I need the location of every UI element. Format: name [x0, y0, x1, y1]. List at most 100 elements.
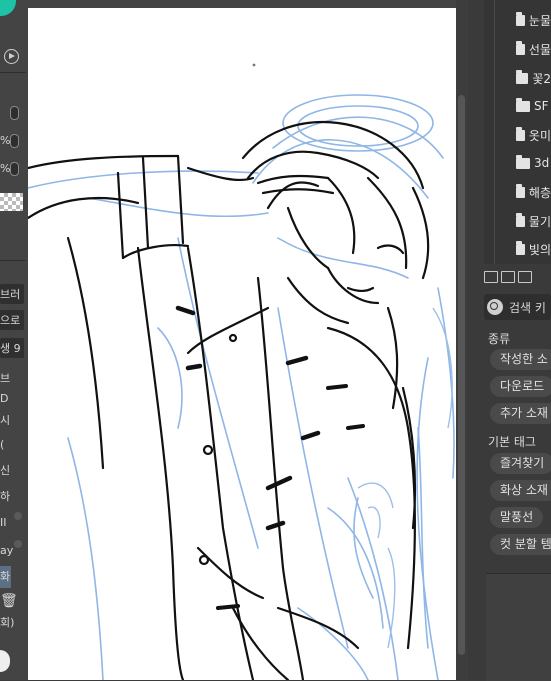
new-folder-icon[interactable] — [484, 271, 498, 283]
search-box[interactable]: 검색 키 — [484, 294, 551, 320]
folder-icon — [516, 154, 530, 169]
line-art-drawing — [28, 63, 455, 680]
folder-item[interactable]: 빛의 — [484, 235, 551, 263]
subtool-item[interactable]: 생 9 — [0, 338, 24, 358]
sketch-line — [327, 507, 384, 629]
folder-item[interactable]: 3d — [484, 149, 551, 177]
edit-folder-icon[interactable] — [518, 271, 532, 283]
folder-label: 옷미 — [528, 128, 551, 143]
folder-label: 선물 — [528, 42, 551, 57]
search-icon[interactable] — [487, 299, 503, 315]
sketch-line — [353, 497, 374, 599]
sketch-line — [357, 482, 394, 539]
canvas-dot — [252, 63, 256, 67]
folder-icon — [516, 97, 530, 112]
ink-line — [28, 154, 180, 170]
ink-line — [186, 246, 255, 680]
trash-icon[interactable]: 🗑 — [0, 590, 26, 612]
tag-button-favorites[interactable]: 즐겨찾기 — [490, 453, 551, 474]
subtool-label[interactable]: 회) — [0, 612, 26, 634]
folder-label: SF — [534, 99, 549, 113]
ink-line — [281, 566, 305, 680]
play-icon[interactable] — [4, 49, 19, 64]
subtool-item[interactable]: 브러 — [0, 284, 24, 304]
folder-label: 3d — [534, 156, 550, 170]
ink-line — [326, 266, 380, 305]
kind-section-label: 종류 — [488, 332, 511, 346]
ink-line — [346, 286, 375, 293]
folder-label: 꽃2 — [532, 71, 551, 86]
material-panel: 눈물 선물 꽃2 SF 옷미 3d 해층 물기 빛의 검색 키 종류 작성한 소… — [468, 0, 551, 681]
transparent-color-swatch[interactable] — [0, 193, 23, 211]
folder-item[interactable]: 선물 — [484, 35, 551, 63]
subtool-item[interactable]: 으로 — [0, 310, 24, 330]
sketch-line — [177, 237, 259, 549]
canvas-page[interactable] — [28, 8, 456, 680]
folder-item[interactable]: 꽃2 — [484, 64, 551, 92]
ink-line — [376, 244, 405, 255]
kind-button-downloaded[interactable]: 다운로드 — [490, 376, 551, 397]
duplicate-folder-icon[interactable] — [501, 271, 515, 283]
material-preview-area — [486, 573, 551, 681]
ink-line — [231, 606, 290, 680]
tag-button-image-material[interactable]: 화상 소재 — [490, 480, 551, 501]
scrollbar-thumb[interactable] — [458, 95, 465, 655]
folder-icon — [516, 126, 525, 141]
subtool-label[interactable]: 하 — [0, 486, 26, 508]
subtool-label[interactable]: 브 — [0, 368, 26, 390]
ink-line — [256, 174, 330, 185]
subtool-label[interactable]: ay — [0, 540, 26, 562]
divider — [0, 72, 26, 73]
subtool-label[interactable]: 시 — [0, 410, 26, 432]
search-label: 검색 키 — [509, 300, 546, 315]
color-wheel-icon[interactable] — [0, 650, 10, 672]
ink-line — [326, 326, 416, 650]
subtool-label[interactable]: II — [0, 512, 26, 534]
sketch-line — [67, 437, 104, 680]
sketch-line — [252, 139, 429, 199]
subtool-label: 브러 — [0, 288, 21, 301]
ink-line — [286, 206, 330, 270]
ink-line — [66, 236, 105, 470]
kind-button-created[interactable]: 작성한 소 — [490, 349, 551, 370]
subtool-label[interactable]: D — [0, 388, 26, 410]
folder-toolbar — [484, 266, 551, 288]
ink-line — [326, 176, 356, 255]
sketch-line — [157, 327, 183, 429]
basic-tag-section-label: 기본 태그 — [488, 435, 536, 449]
folder-icon — [516, 240, 525, 255]
folder-item[interactable]: SF — [484, 92, 551, 120]
tag-button-speech-balloon[interactable]: 말풍선 — [490, 507, 544, 528]
subtool-label[interactable]: 화 — [0, 566, 26, 588]
folder-label: 물기 — [528, 214, 551, 229]
value-spinner-2[interactable] — [10, 134, 19, 148]
ink-line — [366, 176, 408, 270]
coat-button — [202, 444, 214, 456]
folder-item[interactable]: 옷미 — [484, 121, 551, 149]
folder-item[interactable]: 해층 — [484, 178, 551, 206]
value-spinner-3[interactable] — [10, 162, 19, 176]
canvas-area[interactable] — [28, 0, 456, 680]
folder-icon — [516, 212, 525, 227]
folder-item[interactable]: 눈물 — [484, 6, 551, 34]
tool-property-panel: % % 브러 으로 생 9 브 D 시 ( 신 하 II ay 화 🗑 회) — [0, 0, 28, 680]
tag-button-frame-template[interactable]: 컷 분할 템 — [490, 534, 551, 555]
folder-label: 빛의 — [528, 242, 551, 257]
canvas-scrollbar[interactable] — [456, 0, 468, 680]
subtool-label[interactable]: 신 — [0, 460, 26, 482]
ink-line — [186, 166, 255, 182]
ink-line — [261, 188, 335, 195]
material-folder-tree: 눈물 선물 꽃2 SF 옷미 3d 해층 물기 빛의 — [484, 0, 551, 264]
halo-sketch — [297, 105, 419, 147]
folder-item[interactable]: 물기 — [484, 207, 551, 235]
ink-line — [266, 181, 320, 210]
value-spinner-1[interactable] — [10, 106, 19, 120]
main-color-swatch[interactable] — [0, 0, 16, 16]
subtool-label[interactable]: ( — [0, 434, 26, 456]
subtool-label: 생 9 — [0, 342, 21, 355]
ink-line — [121, 244, 190, 260]
sketch-line — [277, 237, 409, 279]
subtool-label: 으로 — [0, 314, 21, 327]
kind-button-added[interactable]: 추가 소재 — [490, 403, 551, 424]
coat-button — [198, 554, 210, 566]
